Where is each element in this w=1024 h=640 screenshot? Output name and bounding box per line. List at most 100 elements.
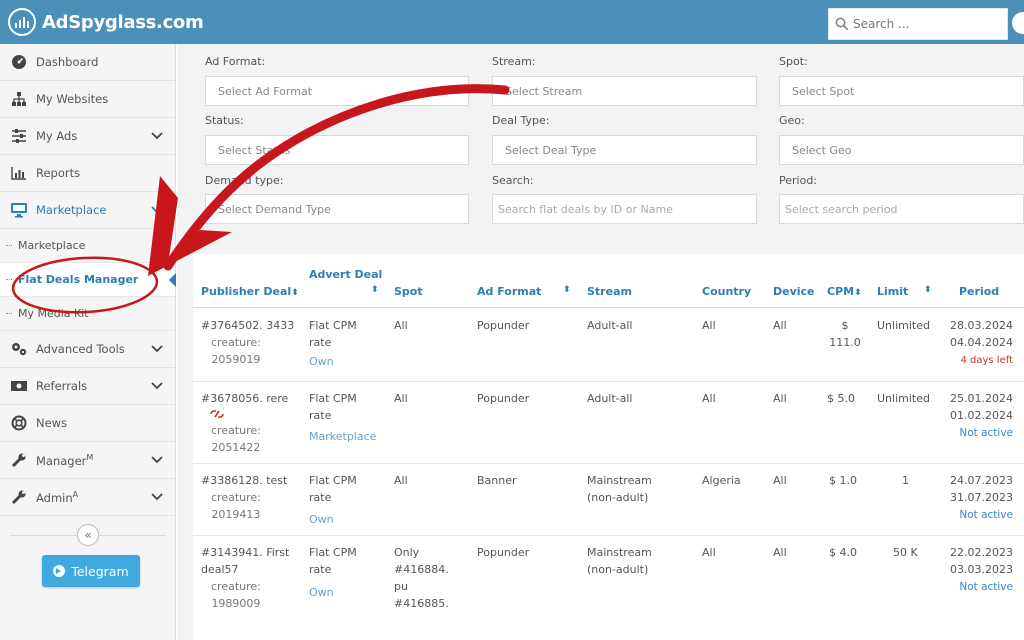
sort-icon: ⬍ [291, 288, 299, 298]
spot-value: Only #416884. pu #416885. [394, 546, 449, 610]
period-value: 24.07.2023 31.07.2023 Not active [950, 474, 1013, 521]
sidebar-item-label: My Websites [36, 92, 109, 106]
sidebar-item-marketplace[interactable]: Marketplace [0, 192, 175, 229]
monitor-icon [10, 202, 28, 218]
stream-value: Mainstream (non-adult) [587, 546, 652, 576]
tree-connector [6, 279, 12, 280]
sidebar-item-reports[interactable]: Reports [0, 155, 175, 192]
telegram-button[interactable]: Telegram [42, 555, 140, 587]
creature-info: creature: 2059019 [211, 336, 261, 366]
sidebar-item-news[interactable]: News [0, 405, 175, 442]
status-badge: Not active [959, 581, 1013, 593]
sort-icon[interactable]: ⬍ [924, 285, 932, 295]
period-select[interactable]: Select search period [779, 194, 1024, 224]
sidebar-item-label: Referrals [36, 379, 88, 393]
sidebar-item-label: My Ads [36, 129, 78, 143]
filter-label-demand-type: Demand type: [205, 174, 284, 187]
spot-value: All [394, 474, 408, 487]
sidebar-item-referrals[interactable]: Referrals [0, 368, 175, 405]
chevron-down-icon [151, 132, 163, 140]
sort-icon[interactable]: ⬍ [371, 285, 379, 295]
column-header-stream[interactable]: Stream [587, 285, 632, 298]
column-header-period[interactable]: Period [959, 285, 999, 298]
table-row[interactable]: #3678056. rere creature: 2051422 Flat CPM… [193, 382, 1024, 464]
sidebar-subitem-flat-deals-manager[interactable]: Flat Deals Manager [0, 263, 176, 297]
sidebar-item-my-ads[interactable]: My Ads [0, 118, 175, 155]
filter-label-status: Status: [205, 114, 244, 127]
sidebar-item-advanced-tools[interactable]: Advanced Tools [0, 331, 175, 368]
column-header-publisher-deal[interactable]: Publisher Deal⬍ [201, 285, 299, 298]
sidebar-item-label: Advanced Tools [36, 342, 125, 356]
column-header-cpm[interactable]: CPM⬍ [827, 285, 862, 298]
advert-deal-type: Flat CPM rate [309, 392, 357, 422]
geo-select[interactable]: Select Geo [779, 135, 1024, 165]
lifebuoy-icon [10, 415, 28, 431]
chevron-down-icon [151, 345, 163, 353]
column-header-country[interactable]: Country [702, 285, 751, 298]
table-row[interactable]: #3143941. First deal57 creature: 1989009 F… [193, 536, 1024, 640]
sidebar-item-manager[interactable]: ManagerM [0, 442, 175, 479]
telegram-label: Telegram [71, 563, 129, 579]
deal-search-input[interactable]: Search flat deals by ID or Name [492, 194, 757, 224]
limit-value: 1 [902, 474, 909, 487]
sidebar-item-admin[interactable]: AdminA [0, 479, 175, 516]
advert-deal-source[interactable]: Marketplace [309, 428, 376, 445]
publisher-deal-id[interactable]: #3678056. rere [201, 390, 288, 407]
tree-connector [6, 313, 12, 314]
sidebar-subitem-label: Marketplace [18, 239, 86, 252]
ad-format-select[interactable]: Select Ad Format [205, 76, 469, 106]
spot-select[interactable]: Select Spot [779, 76, 1024, 106]
demand-type-select[interactable]: Select Demand Type [205, 194, 469, 224]
sort-icon: ⬍ [854, 288, 862, 298]
publisher-deal-id[interactable]: #3386128. test [201, 472, 287, 489]
advert-deal-source[interactable]: Own [309, 353, 334, 370]
column-header-advert-deal[interactable]: Advert Deal [309, 268, 382, 281]
user-menu-icon[interactable] [1012, 12, 1024, 34]
cpm-value: $ 1.0 [829, 474, 857, 487]
sidebar-item-label: News [36, 416, 68, 430]
filter-label-ad-format: Ad Format: [205, 55, 266, 68]
country-value: Algeria [702, 474, 741, 487]
column-header-limit[interactable]: Limit [877, 285, 908, 298]
device-value: All [773, 392, 787, 405]
sidebar-item-my-websites[interactable]: My Websites [0, 81, 175, 118]
status-badge: Not active [959, 427, 1013, 439]
collapse-sidebar-button[interactable]: « [77, 524, 99, 546]
table-row[interactable]: #3764502. 3433 creature: 2059019 Flat CPM… [193, 309, 1024, 382]
filter-label-deal-type: Deal Type: [492, 114, 550, 127]
device-value: All [773, 319, 787, 332]
advert-deal-source[interactable]: Own [309, 584, 334, 601]
filter-label-geo: Geo: [779, 114, 805, 127]
column-header-ad-format[interactable]: Ad Format [477, 285, 541, 298]
status-select[interactable]: Select Status [205, 135, 469, 165]
stream-select[interactable]: Select Stream [492, 76, 757, 106]
sitemap-icon [10, 91, 28, 107]
money-icon [10, 378, 28, 394]
country-value: All [702, 392, 716, 405]
table-row[interactable]: #3386128. test creature: 2019413 Flat CPM… [193, 464, 1024, 536]
cpm-value: $ 4.0 [829, 546, 857, 559]
period-value: 22.02.2023 03.03.2023 Not active [950, 546, 1013, 593]
bar-chart-icon [10, 165, 28, 181]
sidebar-item-dashboard[interactable]: Dashboard [0, 44, 175, 81]
search-box[interactable] [828, 8, 1008, 40]
ad-format-value: Popunder [477, 546, 530, 559]
sidebar-subitem-my-media-kit[interactable]: My Media Kit [0, 297, 175, 331]
sidebar: Dashboard My Websites My Ads Reports Mar… [0, 44, 176, 640]
spot-value: All [394, 319, 408, 332]
logo[interactable]: AdSpyglass.com [8, 7, 204, 37]
column-header-spot[interactable]: Spot [394, 285, 423, 298]
stream-value: Adult-all [587, 392, 633, 405]
stream-value: Mainstream (non-adult) [587, 474, 652, 504]
sort-icon[interactable]: ⬍ [563, 285, 571, 295]
sidebar-item-label: AdminA [36, 489, 79, 505]
sidebar-subitem-marketplace[interactable]: Marketplace [0, 229, 175, 263]
search-input[interactable] [853, 17, 983, 31]
publisher-deal-id[interactable]: #3764502. 3433 [201, 317, 294, 334]
deal-type-select[interactable]: Select Deal Type [492, 135, 757, 165]
creature-info: creature: 2051422 [211, 424, 261, 454]
publisher-deal-id[interactable]: #3143941. First deal57 [201, 544, 289, 578]
advert-deal-source[interactable]: Own [309, 511, 334, 528]
column-header-device[interactable]: Device [773, 285, 815, 298]
app-title: AdSpyglass.com [42, 11, 204, 33]
